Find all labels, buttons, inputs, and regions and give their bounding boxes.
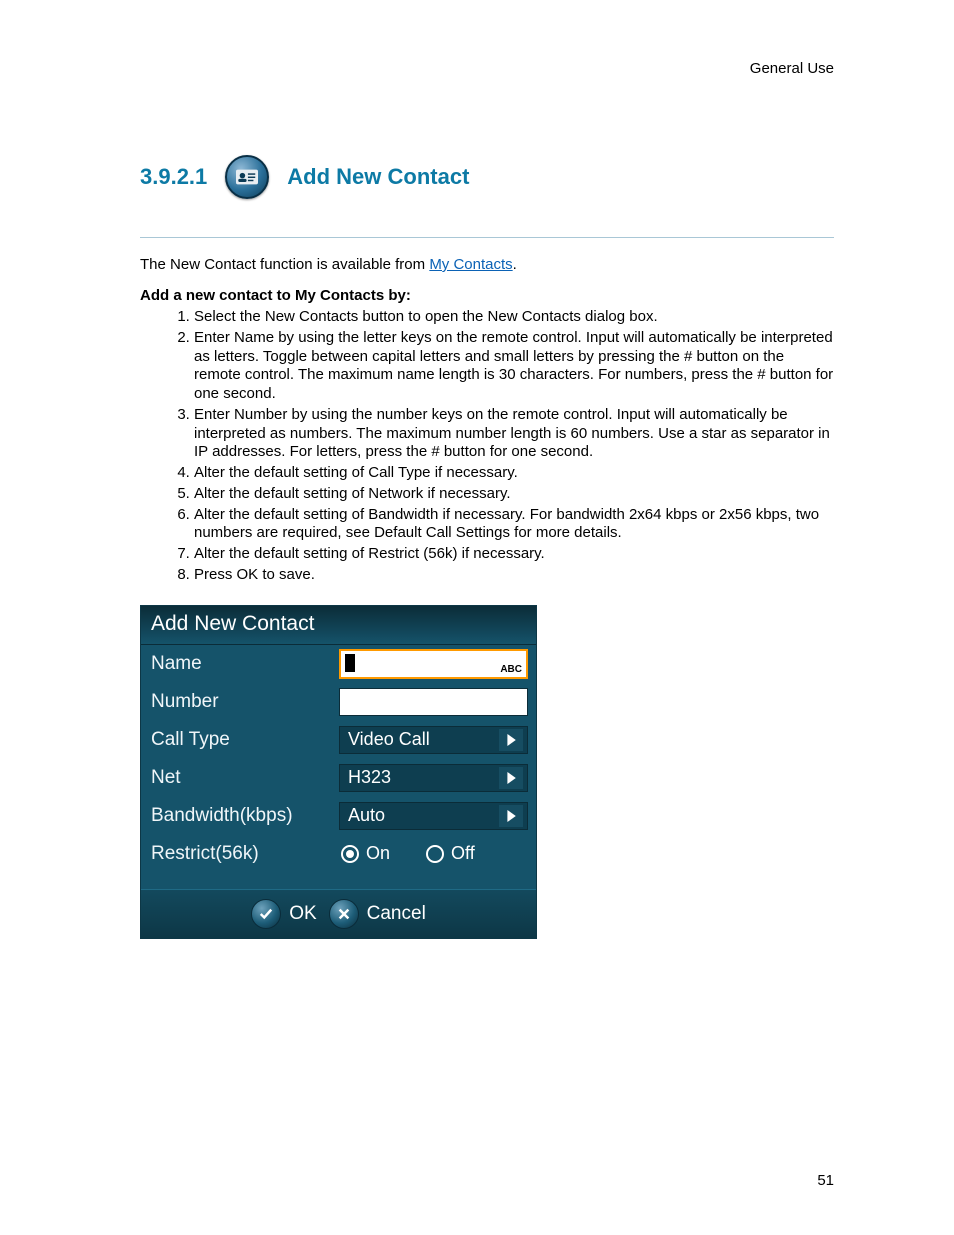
chevron-right-icon [499,767,523,789]
row-net: Net H323 [141,759,536,797]
step-item: Enter Number by using the number keys on… [194,406,834,462]
section-number: 3.9.2.1 [140,164,207,190]
steps-list: Select the New Contacts button to open t… [174,308,834,585]
dialog-title: Add New Contact [141,606,536,645]
intro-text-prefix: The New Contact function is available fr… [140,256,429,273]
steps-heading: Add a new contact to My Contacts by: [140,287,834,304]
number-label: Number [141,691,339,713]
bandwidth-value: Auto [348,805,385,826]
chevron-right-icon [499,729,523,751]
row-restrict: Restrict(56k) On Off [141,835,536,873]
net-value: H323 [348,767,391,788]
cancel-label: Cancel [367,903,426,925]
restrict-on-option[interactable]: On [341,843,390,864]
restrict-off-label: Off [451,843,475,864]
input-mode-indicator: ABC [500,664,522,675]
dialog-body: Name ABC Number Call Type Vi [141,645,536,889]
section-title: Add New Contact [287,164,469,190]
contact-card-icon [225,155,269,199]
dialog-gap [141,873,536,889]
call-type-select[interactable]: Video Call [339,726,528,754]
row-bandwidth: Bandwidth(kbps) Auto [141,797,536,835]
text-cursor [345,654,355,672]
restrict-off-option[interactable]: Off [426,843,475,864]
my-contacts-link[interactable]: My Contacts [429,256,512,273]
radio-icon [426,845,444,863]
restrict-on-label: On [366,843,390,864]
ok-label: OK [289,903,316,925]
call-type-value: Video Call [348,729,430,750]
row-call-type: Call Type Video Call [141,721,536,759]
manual-page: General Use 3.9.2.1 Add New Contact The … [0,0,954,1235]
section-heading: 3.9.2.1 Add New Contact [140,155,834,199]
close-icon [329,899,359,929]
dialog-footer: OK Cancel [141,889,536,938]
name-input[interactable]: ABC [339,649,528,679]
intro-text-suffix: . [513,256,517,273]
call-type-label: Call Type [141,729,339,751]
divider [140,237,834,238]
number-input[interactable] [339,688,528,716]
running-header: General Use [750,60,834,77]
step-item: Enter Name by using the letter keys on t… [194,329,834,404]
restrict-label: Restrict(56k) [141,843,339,865]
row-number: Number [141,683,536,721]
step-item: Alter the default setting of Bandwidth i… [194,506,834,544]
ok-button[interactable]: OK [251,899,316,929]
net-label: Net [141,767,339,789]
step-item: Alter the default setting of Call Type i… [194,464,834,483]
add-new-contact-dialog: Add New Contact Name ABC Number Call Ty [140,605,537,939]
bandwidth-label: Bandwidth(kbps) [141,805,339,827]
intro-paragraph: The New Contact function is available fr… [140,256,834,273]
row-name: Name ABC [141,645,536,683]
radio-icon [341,845,359,863]
step-item: Press OK to save. [194,566,834,585]
bandwidth-select[interactable]: Auto [339,802,528,830]
page-number: 51 [817,1172,834,1189]
step-item: Alter the default setting of Restrict (5… [194,545,834,564]
step-item: Select the New Contacts button to open t… [194,308,834,327]
check-icon [251,899,281,929]
step-item: Alter the default setting of Network if … [194,485,834,504]
net-select[interactable]: H323 [339,764,528,792]
cancel-button[interactable]: Cancel [329,899,426,929]
name-label: Name [141,653,339,675]
chevron-right-icon [499,805,523,827]
